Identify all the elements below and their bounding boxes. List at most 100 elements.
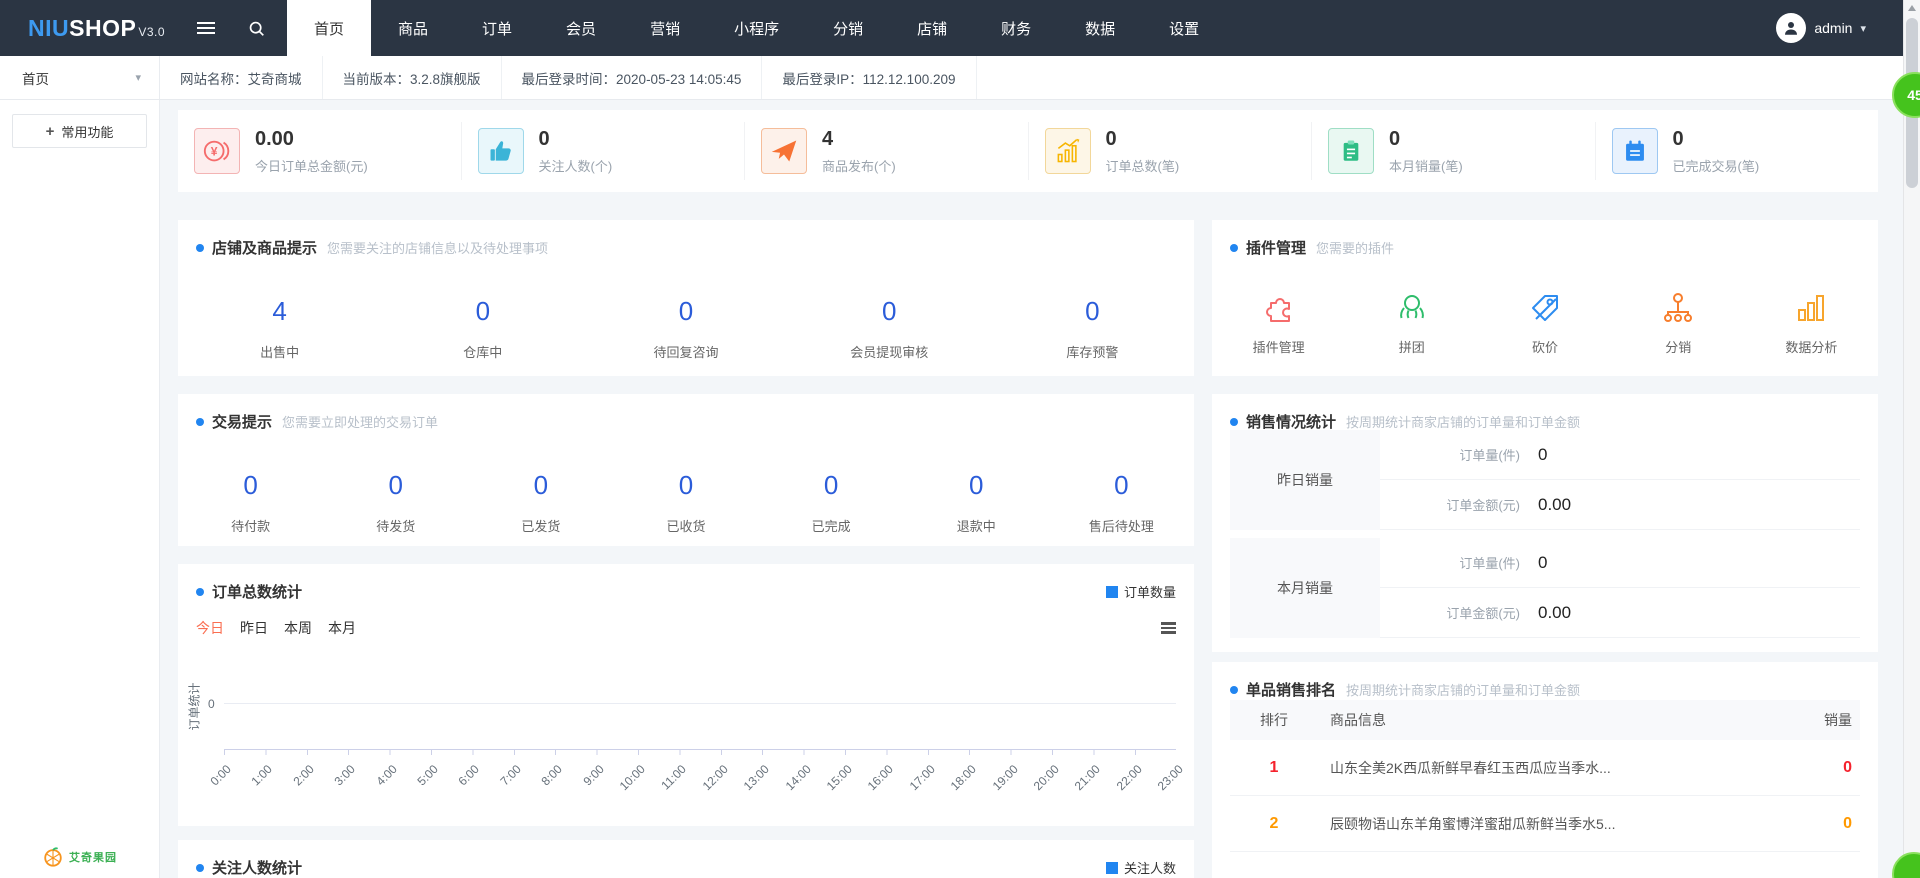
stat-card-completed-trades: 0已完成交易(笔) [1595, 122, 1879, 180]
sidebar-module-label: 首页 [22, 68, 49, 88]
blue-dot-icon [1230, 418, 1238, 426]
user-menu[interactable]: admin ▾ [1776, 0, 1920, 56]
trade-tip-item[interactable]: 0 已收货 [613, 470, 758, 535]
stat-value: 4 [822, 128, 896, 150]
stat-value: 0 [539, 128, 613, 150]
chart-legend[interactable]: 关注人数 [1106, 858, 1176, 877]
x-axis-tick-label: 9:00 [565, 762, 606, 803]
nav-tab[interactable]: 店铺 [890, 0, 974, 56]
shop-tip-item[interactable]: 0 待回复咨询 [584, 296, 787, 361]
trade-tip-item[interactable]: 0 退款中 [904, 470, 1049, 535]
x-axis-tick-label: 8:00 [524, 762, 565, 803]
quick-functions-button[interactable]: + 常用功能 [12, 114, 147, 148]
nav-tab[interactable]: 小程序 [707, 0, 806, 56]
trade-tip-item[interactable]: 0 待付款 [178, 470, 323, 535]
x-axis-tick-label: 18:00 [938, 762, 979, 803]
rank-number: 2 [1230, 815, 1318, 833]
shop-tip-item[interactable]: 0 会员提现审核 [788, 296, 991, 361]
dashboard-page: NIUSHOPV3.0 首页 商品 订单 会员 营销 小程序 分销 [0, 0, 1920, 878]
badge-count: 45 [1907, 87, 1920, 103]
rank-row[interactable]: 1 山东全美2K西瓜新鲜早春红玉西瓜应当季水... 0 [1230, 740, 1860, 796]
floating-badge-bottom[interactable] [1892, 852, 1920, 878]
nav-tab-label: 分销 [833, 18, 863, 39]
tip-value: 0 [991, 296, 1194, 327]
avatar [1776, 13, 1806, 43]
chart-period-tab[interactable]: 本周 [284, 618, 312, 638]
chart-toolbox-icon[interactable] [1161, 622, 1176, 634]
x-axis-tick-label: 23:00 [1145, 762, 1186, 803]
chart-legend[interactable]: 订单数量 [1106, 582, 1176, 601]
logo-primary: NIU [28, 15, 69, 42]
menu-toggle-button[interactable] [181, 0, 231, 56]
tip-label: 售后待处理 [1049, 516, 1194, 535]
x-axis-tick-label: 13:00 [731, 762, 772, 803]
order-chart-panel: 订单总数统计 订单数量 今日 昨日 本周 本月 订单统计 0 [178, 564, 1194, 826]
nav-tab-label: 数据 [1085, 18, 1115, 39]
stat-label: 本月销量(笔) [1389, 156, 1463, 175]
nav-tab-label: 营销 [650, 18, 680, 39]
x-axis-tick-label: 19:00 [979, 762, 1020, 803]
x-axis-tick-label: 1:00 [234, 762, 275, 803]
table-row: 订单量(件) 0 [1380, 538, 1860, 588]
vendor-logo-text: 艾奇果园 [69, 849, 117, 865]
shop-tip-item[interactable]: 0 库存预警 [991, 296, 1194, 361]
nav-tab-label: 财务 [1001, 18, 1031, 39]
table-row: 订单金额(元) 0.00 [1380, 480, 1860, 530]
rank-row[interactable]: 2 辰颐物语山东羊角蜜博洋蜜甜瓜新鲜当季水5... 0 [1230, 796, 1860, 852]
plugin-label: 砍价 [1532, 337, 1558, 356]
legend-swatch [1106, 862, 1118, 874]
nav-tab[interactable]: 商品 [371, 0, 455, 56]
x-axis-tick-label: 22:00 [1104, 762, 1145, 803]
panel-title: 订单总数统计 [212, 581, 302, 602]
chart-period-tab[interactable]: 昨日 [240, 618, 268, 638]
scrollbar[interactable] [1903, 0, 1920, 878]
trade-tip-item[interactable]: 0 已完成 [759, 470, 904, 535]
x-axis-tick-label: 4:00 [358, 762, 399, 803]
panel-header: 交易提示 您需要立即处理的交易订单 [178, 394, 1194, 432]
row-label: 订单金额(元) [1420, 603, 1520, 622]
plugin-group-buy[interactable]: 拼团 [1345, 288, 1478, 356]
trade-tip-item[interactable]: 0 待发货 [323, 470, 468, 535]
shop-tip-item[interactable]: 4 出售中 [178, 296, 381, 361]
site-info-item: 最后登录时间：2020-05-23 14:05:45 [502, 56, 763, 99]
nav-tab[interactable]: 会员 [539, 0, 623, 56]
trade-tip-item[interactable]: 0 已发货 [468, 470, 613, 535]
trade-tip-item[interactable]: 0 售后待处理 [1049, 470, 1194, 535]
plugin-label: 拼团 [1399, 337, 1425, 356]
nav-tab[interactable]: 数据 [1058, 0, 1142, 56]
plus-icon: + [46, 123, 55, 140]
plugin-analytics[interactable]: 数据分析 [1745, 288, 1878, 356]
tip-value: 4 [178, 296, 381, 327]
shop-tip-item[interactable]: 0 仓库中 [381, 296, 584, 361]
info-bar: 首页 ▾ 网站名称：艾奇商城 当前版本：3.2.8旗舰版 最后登录时间：2020… [0, 56, 1920, 100]
scroll-up-arrow-icon[interactable] [1908, 5, 1916, 11]
caret-down-icon: ▾ [135, 71, 141, 84]
sales-count: 0 [1788, 759, 1860, 777]
x-axis-tick-label: 10:00 [607, 762, 648, 803]
chart-period-tab[interactable]: 今日 [196, 618, 224, 638]
chart-period-tab[interactable]: 本月 [328, 618, 356, 638]
plugin-manage[interactable]: 插件管理 [1212, 288, 1345, 356]
panel-header: 关注人数统计 关注人数 [178, 840, 1194, 878]
site-info-item: 当前版本：3.2.8旗舰版 [323, 56, 502, 99]
price-tag-icon [1525, 288, 1565, 328]
nav-tab[interactable]: 设置 [1142, 0, 1226, 56]
panel-title: 店铺及商品提示 [212, 237, 317, 258]
nav-tab[interactable]: 首页 [287, 0, 371, 56]
plugin-distribution[interactable]: 分销 [1612, 288, 1745, 356]
search-button[interactable] [231, 0, 281, 56]
tip-value: 0 [178, 470, 323, 501]
sidebar-module-select[interactable]: 首页 ▾ [0, 56, 160, 99]
chevron-down-icon: ▾ [1860, 22, 1866, 35]
nav-tab[interactable]: 营销 [623, 0, 707, 56]
tip-label: 出售中 [178, 342, 381, 361]
plugin-bargain[interactable]: 砍价 [1478, 288, 1611, 356]
nav-tab[interactable]: 分销 [806, 0, 890, 56]
nav-tab[interactable]: 订单 [455, 0, 539, 56]
left-sidebar: + 常用功能 艾奇果园 [0, 100, 160, 878]
nav-tab[interactable]: 财务 [974, 0, 1058, 56]
x-axis-tick-label: 16:00 [855, 762, 896, 803]
app-logo: NIUSHOPV3.0 [0, 0, 181, 56]
panel-header: 订单总数统计 订单数量 [178, 564, 1194, 602]
panel-header: 插件管理 您需要的插件 [1212, 220, 1878, 258]
